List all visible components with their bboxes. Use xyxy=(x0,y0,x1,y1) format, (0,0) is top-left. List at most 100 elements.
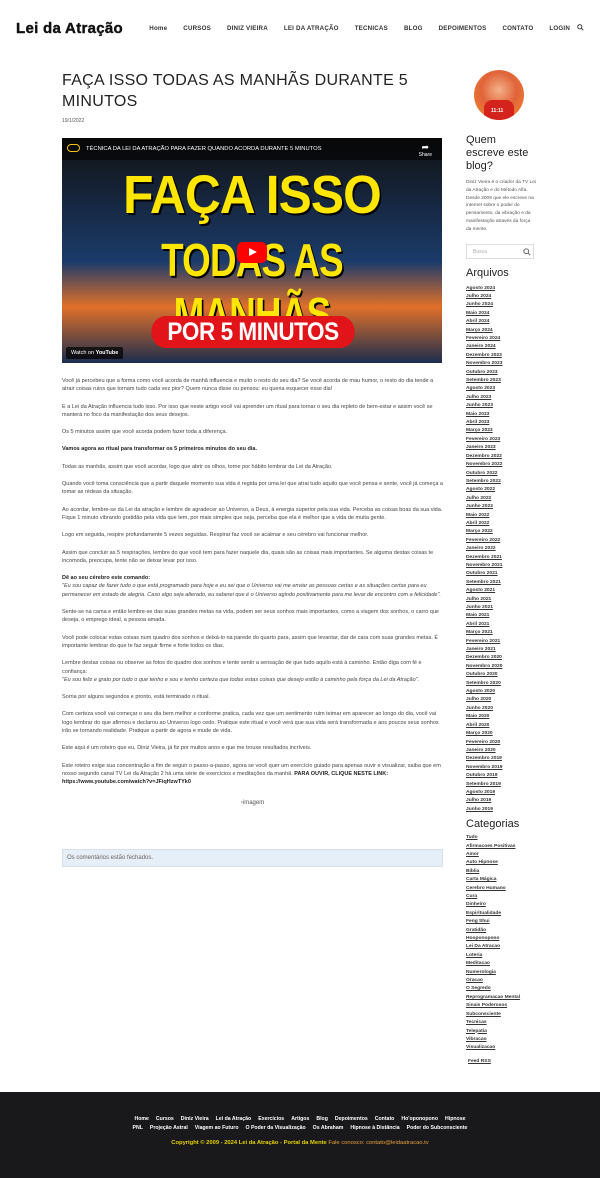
archive-link-fevereiro-2024[interactable]: Fevereiro 2024 xyxy=(466,335,536,343)
archive-link-outubro-2022[interactable]: Outubro 2022 xyxy=(466,470,536,478)
category-link-o-segredo[interactable]: O Segredo xyxy=(466,985,536,993)
archive-link-agosto-2023[interactable]: Agosto 2023 xyxy=(466,385,536,393)
footer-link-hipnose-a-distancia[interactable]: Hipnose à Distância xyxy=(350,1125,399,1131)
archive-link-agosto-2021[interactable]: Agosto 2021 xyxy=(466,587,536,595)
category-link-oracao[interactable]: Oracao xyxy=(466,977,536,985)
archive-link-agosto-2024[interactable]: Agosto 2024 xyxy=(466,285,536,293)
contact-email[interactable]: Fale conosco: contato@leidaatracao.tv xyxy=(327,1140,428,1146)
archive-link-abril-2023[interactable]: Abril 2023 xyxy=(466,419,536,427)
footer-link-projecao-astral[interactable]: Projeção Astral xyxy=(150,1125,188,1131)
channel-logo-icon[interactable] xyxy=(67,144,80,152)
archive-link-fevereiro-2020[interactable]: Fevereiro 2020 xyxy=(466,739,536,747)
category-link-subconsciente[interactable]: Subconsciente xyxy=(466,1011,536,1019)
archive-link-janeiro-2020[interactable]: Janeiro 2020 xyxy=(466,747,536,755)
archive-link-dezembro-2023[interactable]: Dezembro 2023 xyxy=(466,352,536,360)
archive-link-maio-2023[interactable]: Maio 2023 xyxy=(466,411,536,419)
category-link-reprogramacao-mental[interactable]: Reprogramacao Mental xyxy=(466,994,536,1002)
nav-depoimentos[interactable]: DEPOIMENTOS xyxy=(439,25,487,32)
archive-link-junho-2020[interactable]: Junho 2020 xyxy=(466,705,536,713)
footer-link-diniz-vieira[interactable]: Diniz Vieira xyxy=(181,1116,209,1122)
archive-link-marco-2023[interactable]: Março 2023 xyxy=(466,427,536,435)
archive-link-junho-2023[interactable]: Junho 2023 xyxy=(466,402,536,410)
archive-link-dezembro-2022[interactable]: Dezembro 2022 xyxy=(466,453,536,461)
archive-link-maio-2021[interactable]: Maio 2021 xyxy=(466,612,536,620)
category-link-cura[interactable]: Cura xyxy=(466,893,536,901)
play-button-icon[interactable] xyxy=(237,242,267,263)
footer-link-artigos[interactable]: Artigos xyxy=(291,1116,309,1122)
category-link-feng-shui[interactable]: Feng Shui xyxy=(466,918,536,926)
archive-link-outubro-2023[interactable]: Outubro 2023 xyxy=(466,369,536,377)
archive-link-abril-2020[interactable]: Abril 2020 xyxy=(466,722,536,730)
category-link-sinais-poderosos[interactable]: Sinais Poderosos xyxy=(466,1002,536,1010)
category-link-auto-hipnose[interactable]: Auto Hipnose xyxy=(466,859,536,867)
archive-link-dezembro-2019[interactable]: Dezembro 2019 xyxy=(466,755,536,763)
footer-link-hipnose[interactable]: Hipnose xyxy=(445,1116,465,1122)
category-link-lei-da-atracao[interactable]: Lei Da Atracao xyxy=(466,943,536,951)
search-input[interactable]: Busca xyxy=(466,243,534,259)
archive-link-setembro-2019[interactable]: Setembro 2019 xyxy=(466,781,536,789)
footer-link-os-abraham[interactable]: Os Abraham xyxy=(313,1125,344,1131)
category-link-hooponopono[interactable]: Hooponopono xyxy=(466,935,536,943)
nav-cursos[interactable]: CURSOS xyxy=(183,25,211,32)
category-link-tudo[interactable]: Tudo xyxy=(466,834,536,842)
archive-link-agosto-2019[interactable]: Agosto 2019 xyxy=(466,789,536,797)
archive-link-abril-2024[interactable]: Abril 2024 xyxy=(466,318,536,326)
nav-tecnicas[interactable]: TECNICAS xyxy=(355,25,388,32)
footer-link-contato[interactable]: Contato xyxy=(375,1116,395,1122)
archive-link-outubro-2021[interactable]: Outubro 2021 xyxy=(466,570,536,578)
archive-link-julho-2024[interactable]: Julho 2024 xyxy=(466,293,536,301)
category-link-loteria[interactable]: Loteria xyxy=(466,952,536,960)
category-link-afirmacoes-positivas[interactable]: Afirmacoes Positivas xyxy=(466,843,536,851)
archive-link-marco-2022[interactable]: Março 2022 xyxy=(466,528,536,536)
archive-link-julho-2022[interactable]: Julho 2022 xyxy=(466,495,536,503)
category-link-carta-magica[interactable]: Carta Mágica xyxy=(466,876,536,884)
archive-link-novembro-2023[interactable]: Novembro 2023 xyxy=(466,360,536,368)
video-title[interactable]: TÉCNICA DA LEI DA ATRAÇÃO PARA FAZER QUA… xyxy=(86,146,321,152)
archive-link-outubro-2019[interactable]: Outubro 2019 xyxy=(466,772,536,780)
archive-link-janeiro-2022[interactable]: Janeiro 2022 xyxy=(466,545,536,553)
footer-link-o-poder-da-visualizacao[interactable]: O Poder da Visualização xyxy=(246,1125,306,1131)
archive-link-outubro-2020[interactable]: Outubro 2020 xyxy=(466,671,536,679)
archive-link-novembro-2021[interactable]: Novembro 2021 xyxy=(466,562,536,570)
archive-link-fevereiro-2022[interactable]: Fevereiro 2022 xyxy=(466,537,536,545)
category-link-numerologia[interactable]: Numerologia xyxy=(466,969,536,977)
nav-contato[interactable]: CONTATO xyxy=(502,25,533,32)
archive-link-dezembro-2021[interactable]: Dezembro 2021 xyxy=(466,554,536,562)
footer-link-blog[interactable]: Blog xyxy=(316,1116,328,1122)
category-link-amor[interactable]: Amor xyxy=(466,851,536,859)
archive-link-marco-2024[interactable]: Março 2024 xyxy=(466,327,536,335)
footer-link-viagem-ao-futuro[interactable]: Viagem ao Futuro xyxy=(195,1125,239,1131)
archive-link-fevereiro-2023[interactable]: Fevereiro 2023 xyxy=(466,436,536,444)
archive-link-maio-2020[interactable]: Maio 2020 xyxy=(466,713,536,721)
category-link-dinheiro[interactable]: Dinheiro xyxy=(466,901,536,909)
watch-on-youtube-button[interactable]: Watch on YouTube xyxy=(66,347,124,359)
archive-link-fevereiro-2021[interactable]: Fevereiro 2021 xyxy=(466,638,536,646)
footer-link-lei-da-atracao[interactable]: Lei da Atração xyxy=(216,1116,252,1122)
share-button[interactable]: ➦ Share xyxy=(419,143,432,159)
archive-link-maio-2024[interactable]: Maio 2024 xyxy=(466,310,536,318)
archive-link-julho-2021[interactable]: Julho 2021 xyxy=(466,596,536,604)
archive-link-novembro-2020[interactable]: Novembro 2020 xyxy=(466,663,536,671)
archive-link-julho-2020[interactable]: Julho 2020 xyxy=(466,696,536,704)
archive-link-janeiro-2024[interactable]: Janeiro 2024 xyxy=(466,343,536,351)
search-icon[interactable] xyxy=(577,24,584,31)
category-link-espiritualidade[interactable]: Espiritualidade xyxy=(466,910,536,918)
category-link-cerebro-humano[interactable]: Cerebro Humano xyxy=(466,885,536,893)
archive-link-agosto-2022[interactable]: Agosto 2022 xyxy=(466,486,536,494)
archive-link-novembro-2022[interactable]: Novembro 2022 xyxy=(466,461,536,469)
archive-link-abril-2022[interactable]: Abril 2022 xyxy=(466,520,536,528)
category-link-gratidao[interactable]: Gratidão xyxy=(466,927,536,935)
nav-diniz-vieira[interactable]: DINIZ VIEIRA xyxy=(227,25,268,32)
footer-link-poder-do-subconsciente[interactable]: Poder do Subconsciente xyxy=(407,1125,468,1131)
archive-link-julho-2019[interactable]: Julho 2019 xyxy=(466,797,536,805)
nav-blog[interactable]: BLOG xyxy=(404,25,423,32)
footer-link-exercicios[interactable]: Exercícios xyxy=(258,1116,284,1122)
footer-link-home[interactable]: Home xyxy=(135,1116,149,1122)
archive-link-agosto-2020[interactable]: Agosto 2020 xyxy=(466,688,536,696)
archive-link-janeiro-2023[interactable]: Janeiro 2023 xyxy=(466,444,536,452)
archive-link-junho-2024[interactable]: Junho 2024 xyxy=(466,301,536,309)
feed-rss-link[interactable]: Feed RSS xyxy=(468,1059,536,1064)
category-link-tecnicas[interactable]: Tecnicas xyxy=(466,1019,536,1027)
footer-link-ho-oponopono[interactable]: Ho'oponopono xyxy=(401,1116,438,1122)
nav-home[interactable]: Home xyxy=(149,25,167,32)
